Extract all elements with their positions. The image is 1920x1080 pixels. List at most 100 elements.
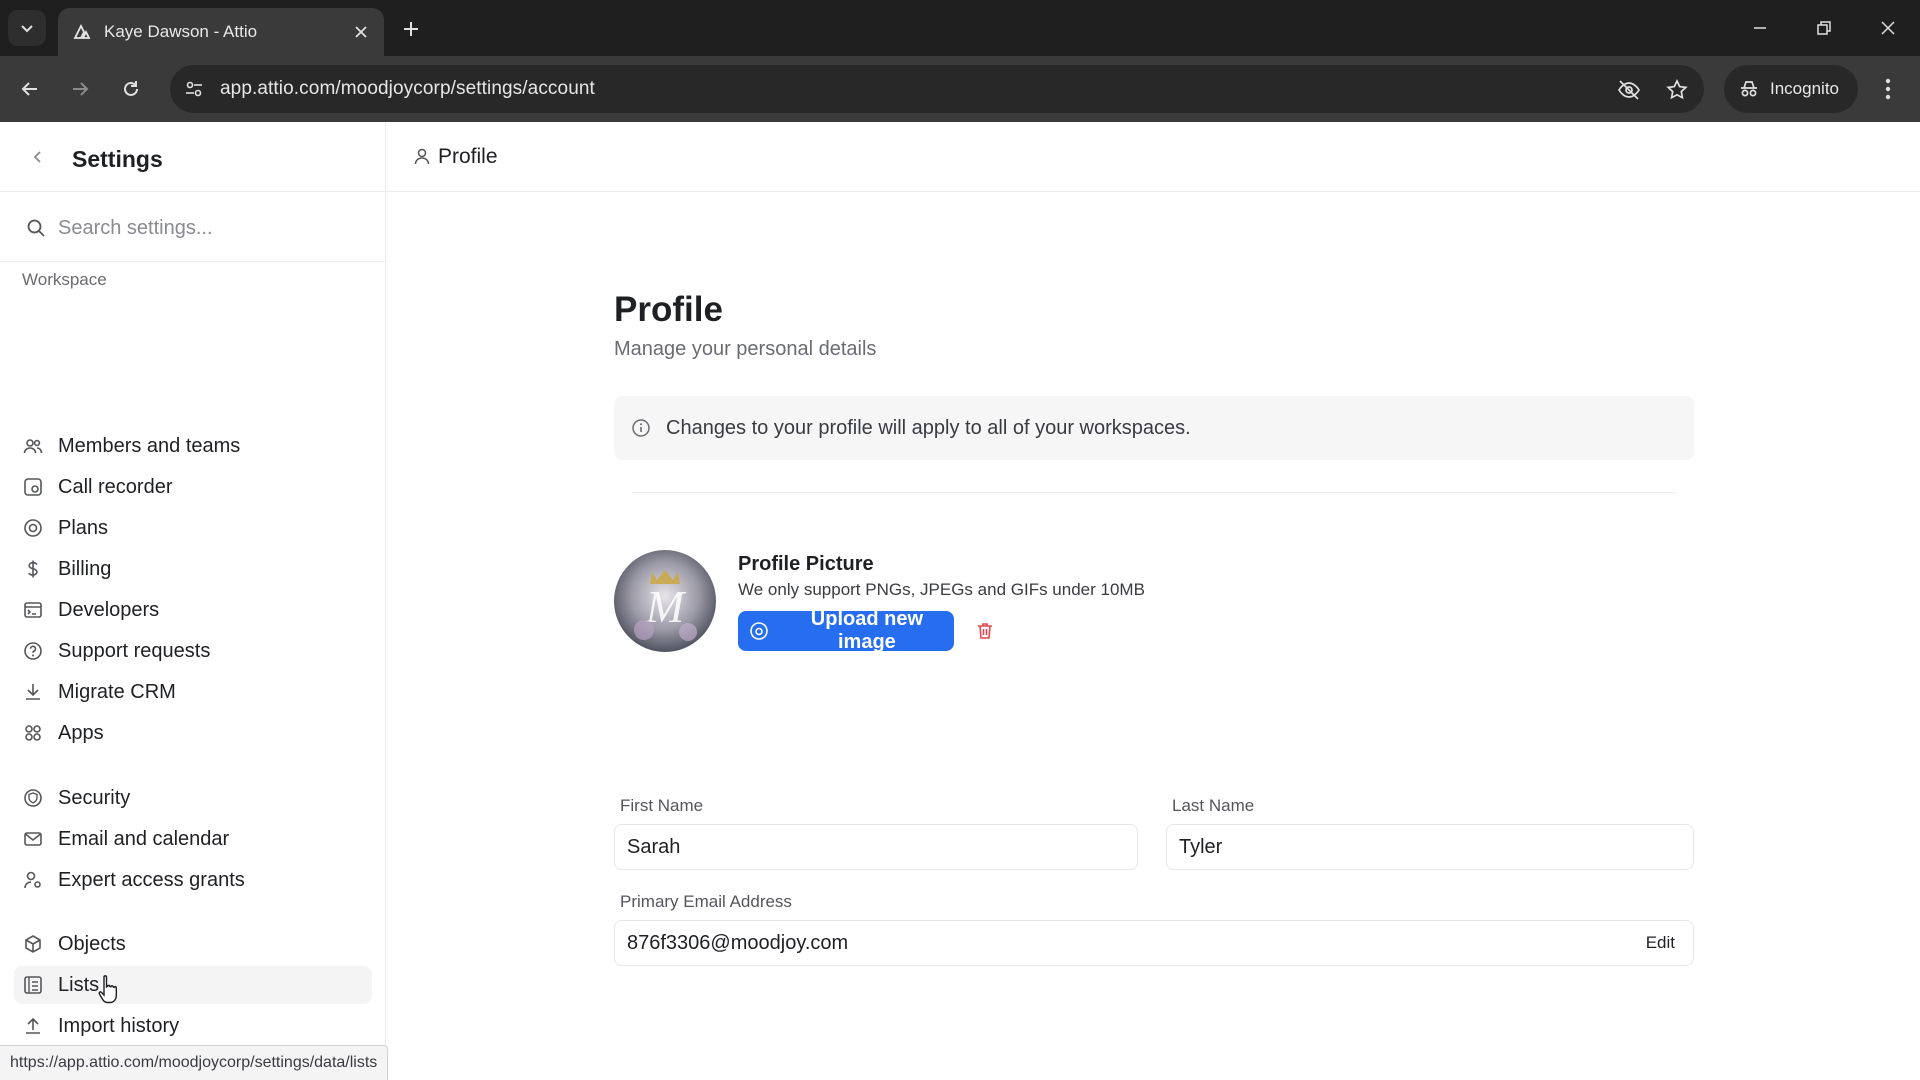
- upload-button-label: Upload new image: [810, 608, 924, 653]
- sidebar-item-label: Plans: [58, 516, 109, 539]
- sidebar-item-label: Objects: [58, 932, 126, 955]
- sidebar-item-support-requests[interactable]: Support requests: [14, 632, 372, 670]
- sidebar-item-expert-access-grants[interactable]: Expert access grants: [14, 861, 372, 899]
- browser-tab-active[interactable]: Kaye Dawson - Attio: [58, 8, 384, 56]
- forward-icon[interactable]: [60, 69, 100, 109]
- tab-title: Kaye Dawson - Attio: [104, 22, 258, 41]
- page-title: Profile: [614, 290, 723, 329]
- sidebar-item-label: Expert access grants: [58, 868, 245, 891]
- users-icon: [22, 435, 44, 457]
- first-name-label: First Name: [620, 796, 704, 815]
- browser-menu-icon[interactable]: [1872, 73, 1904, 105]
- email-value: 876f3306@moodjoy.com: [627, 931, 849, 954]
- sidebar-item-developers[interactable]: Developers: [14, 591, 372, 629]
- sidebar-item-plans[interactable]: Plans: [14, 509, 372, 547]
- user-key-icon: [22, 869, 44, 891]
- reload-icon[interactable]: [111, 69, 151, 109]
- last-name-value: Tyler: [1179, 835, 1223, 858]
- shield-icon: [22, 787, 44, 809]
- tab-search-button[interactable]: [8, 10, 46, 46]
- sidebar-header: Settings: [0, 122, 385, 192]
- close-tab-icon[interactable]: [350, 21, 372, 43]
- sidebar-item-label: Lists: [58, 973, 100, 996]
- search-input[interactable]: [58, 216, 348, 240]
- camera-icon: [748, 620, 770, 642]
- sidebar-item-label: Migrate CRM: [58, 680, 176, 703]
- info-callout: Changes to your profile will apply to al…: [614, 396, 1694, 460]
- sidebar-item-email-and-calendar[interactable]: Email and calendar: [14, 820, 372, 858]
- sidebar-item-label: Support requests: [58, 639, 211, 662]
- bookmark-star-icon[interactable]: [1664, 77, 1690, 103]
- sidebar-item-security[interactable]: Security: [14, 779, 372, 817]
- page-subtitle: Manage your personal details: [614, 338, 877, 360]
- apps-grid-icon: [22, 722, 44, 744]
- last-name-field[interactable]: Tyler: [1166, 824, 1694, 870]
- sidebar-item-objects[interactable]: Objects: [14, 925, 372, 963]
- main-header: Profile: [386, 122, 1920, 192]
- chevron-down-icon: [21, 25, 33, 33]
- cube-icon: [22, 933, 44, 955]
- address-bar[interactable]: app.attio.com/moodjoycorp/settings/accou…: [170, 65, 1704, 113]
- sidebar-item-label: Apps: [58, 721, 104, 744]
- developers-icon: [22, 599, 44, 621]
- restore-icon[interactable]: [1796, 8, 1852, 48]
- section-label-workspace: Workspace: [22, 270, 107, 289]
- sidebar-item-import-history[interactable]: Import history: [14, 1007, 372, 1045]
- email-edit-button[interactable]: Edit: [1646, 933, 1675, 953]
- sidebar-item-lists[interactable]: Lists: [14, 966, 372, 1004]
- main-panel: Profile Profile Manage your personal det…: [386, 122, 1920, 1080]
- info-icon: [630, 417, 652, 439]
- delete-image-icon[interactable]: [972, 618, 998, 644]
- sidebar-item-billing[interactable]: Billing: [14, 550, 372, 588]
- hand-pointer-cursor-icon: [98, 975, 117, 1004]
- list-icon: [22, 974, 44, 996]
- eye-off-icon[interactable]: [1616, 77, 1642, 103]
- attio-favicon-icon: [73, 23, 91, 39]
- sidebar-item-migrate-crm[interactable]: Migrate CRM: [14, 673, 372, 711]
- call-recorder-icon: [22, 476, 44, 498]
- incognito-label: Incognito: [1770, 79, 1839, 98]
- sidebar-title: Settings: [72, 146, 163, 172]
- avatar[interactable]: M: [614, 550, 716, 652]
- browser-toolbar: app.attio.com/moodjoycorp/settings/accou…: [0, 56, 1920, 122]
- sidebar-item-label: Members and teams: [58, 434, 241, 457]
- first-name-field[interactable]: Sarah: [614, 824, 1138, 870]
- plans-icon: [22, 517, 44, 539]
- settings-sidebar: Settings Workspace Members and teams Cal…: [0, 122, 386, 1080]
- settings-search[interactable]: [18, 207, 368, 249]
- profile-picture-title: Profile Picture: [738, 553, 874, 575]
- link-status-url: https://app.attio.com/moodjoycorp/settin…: [0, 1045, 389, 1080]
- sidebar-item-apps[interactable]: Apps: [14, 714, 372, 752]
- site-settings-icon[interactable]: [182, 77, 206, 101]
- browser-tabbar: Kaye Dawson - Attio: [0, 0, 1920, 56]
- profile-picture-hint: We only support PNGs, JPEGs and GIFs und…: [738, 580, 1145, 599]
- url-text: app.attio.com/moodjoycorp/settings/accou…: [220, 78, 595, 99]
- scrollbar[interactable]: [1912, 192, 1920, 1012]
- help-circle-icon: [22, 640, 44, 662]
- back-icon[interactable]: [10, 69, 50, 109]
- email-field: 876f3306@moodjoy.com Edit: [614, 920, 1694, 966]
- breadcrumb-title: Profile: [438, 145, 498, 168]
- last-name-label: Last Name: [1172, 796, 1255, 815]
- upload-image-button[interactable]: Upload new image: [738, 608, 954, 653]
- email-label: Primary Email Address: [620, 892, 792, 911]
- sidebar-item-label: Billing: [58, 557, 112, 580]
- incognito-badge[interactable]: Incognito: [1724, 65, 1858, 113]
- callout-text: Changes to your profile will apply to al…: [666, 416, 1191, 439]
- divider: [632, 492, 1676, 493]
- divider: [0, 261, 385, 262]
- download-icon: [22, 681, 44, 703]
- app-window: Settings Workspace Members and teams Cal…: [0, 122, 1920, 1080]
- minimize-icon[interactable]: [1732, 8, 1788, 48]
- user-icon: [410, 144, 434, 168]
- chevron-left-icon[interactable]: [26, 145, 50, 169]
- sidebar-item-label: Developers: [58, 598, 160, 621]
- sidebar-item-label: Call recorder: [58, 475, 173, 498]
- sidebar-item-call-recorder[interactable]: Call recorder: [14, 468, 372, 506]
- dollar-icon: [22, 558, 44, 580]
- sidebar-item-label: Import history: [58, 1014, 180, 1037]
- first-name-value: Sarah: [627, 835, 681, 858]
- sidebar-item-members-and-teams[interactable]: Members and teams: [14, 427, 372, 465]
- close-window-icon[interactable]: [1860, 8, 1916, 48]
- new-tab-icon[interactable]: [396, 14, 426, 44]
